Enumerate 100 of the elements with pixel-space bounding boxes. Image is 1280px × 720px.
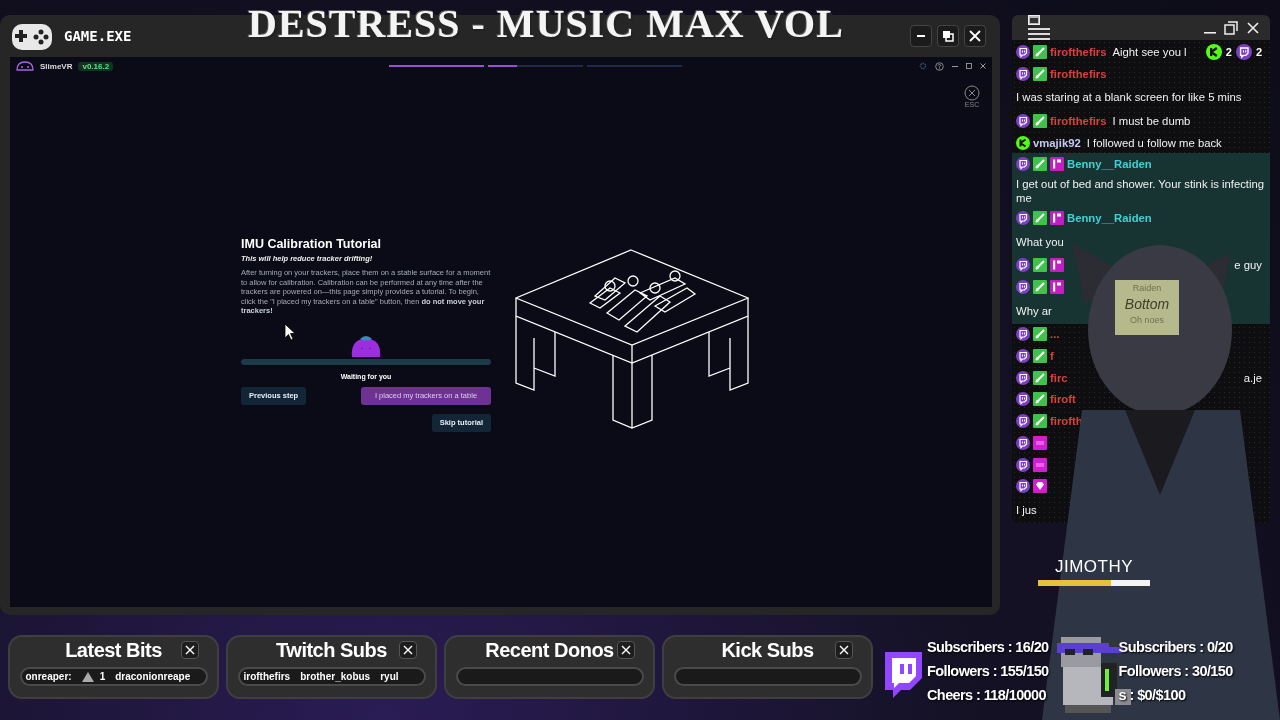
chat-message: I must be dumb: [1112, 114, 1191, 127]
stream-title: DESTRESS - MUSIC MAX VOL: [248, 0, 844, 47]
twitch-badge-icon: [1016, 113, 1030, 128]
twitch-badge-icon: [1016, 210, 1030, 225]
sword-badge-icon: [1033, 210, 1047, 225]
chat-username: Benny__Raiden: [1067, 211, 1152, 224]
chat-message: a.je: [1243, 371, 1262, 384]
twitch-badge-icon: [1016, 435, 1030, 450]
twitch-badge-icon: [1016, 44, 1030, 59]
twitch-badge-icon: [1016, 157, 1030, 172]
chat-message: Why ar: [1016, 303, 1052, 318]
close-icon: [968, 29, 982, 43]
twitch-badge-icon: [1016, 349, 1030, 364]
twitch-badge-icon: [1016, 280, 1030, 295]
close-icon: [185, 645, 195, 655]
note-text: Bottom: [1124, 296, 1170, 312]
goal-stat: Followers : 30/150: [1118, 662, 1233, 681]
close-button[interactable]: [964, 25, 986, 47]
twitch-badge-icon: [1016, 457, 1030, 472]
first-place-badge-icon: [1050, 280, 1064, 295]
ticker-text: irofthefirs: [243, 671, 291, 682]
gem-badge-icon: [1033, 479, 1047, 494]
goal-stat: Cheers : 118/10000: [927, 686, 1047, 705]
sword-badge-icon: [1033, 327, 1047, 342]
chat-message: I followed u follow me back: [1086, 136, 1222, 149]
maximize-button[interactable]: [937, 25, 959, 47]
close-icon[interactable]: [964, 85, 980, 101]
first-place-badge-icon: [1050, 157, 1064, 172]
ticker-text: onreaper:: [25, 671, 72, 682]
widget-title: Latest Bits: [65, 639, 162, 662]
chat-message: e guy: [1234, 259, 1262, 272]
twitch-badge-icon: [1016, 414, 1030, 429]
app-name: SlimeVR: [40, 61, 73, 71]
minimize-icon[interactable]: [952, 63, 958, 69]
sword-badge-icon: [1033, 280, 1047, 295]
maximize-icon[interactable]: [966, 63, 972, 69]
note-text: Oh noes: [1130, 314, 1164, 327]
chat-username: f: [1050, 350, 1054, 363]
note-text: Raiden: [1132, 282, 1162, 295]
kick-badge-icon: [1205, 44, 1222, 60]
close-button[interactable]: [835, 641, 853, 659]
chat-username: firofth: [1050, 415, 1083, 428]
close-icon: [621, 645, 631, 655]
chat-username: firofthefirs: [1050, 114, 1107, 127]
goal-stat: Subscribers : 0/20: [1118, 638, 1233, 657]
ticker-text: ryul: [380, 671, 399, 682]
sword-badge-icon: [1033, 370, 1047, 385]
twitch-badge-icon: [1016, 479, 1030, 494]
chat-message: I jus: [1016, 502, 1037, 517]
chat-username: firofthefirs: [1050, 67, 1107, 80]
sword-badge-icon: [1033, 113, 1047, 128]
slime-logo-icon: [16, 61, 34, 71]
ticker-text: draconionreape: [115, 671, 191, 682]
sword-badge-icon: [1033, 392, 1047, 407]
goal-stat: s : $0/$100: [1118, 686, 1187, 705]
ticker-text: 1: [99, 671, 106, 682]
sword-badge-icon: [1033, 157, 1047, 172]
character-name: JIMOTHY: [1054, 557, 1134, 577]
cursor-icon: [284, 323, 296, 341]
maximize-icon: [941, 29, 955, 43]
chat-message: Aight see you l: [1112, 45, 1187, 58]
chat-username: ...: [1050, 328, 1060, 341]
chat-username: firc: [1050, 371, 1068, 384]
chat-username: vmajik92: [1033, 136, 1081, 149]
close-button[interactable]: [399, 641, 417, 659]
help-icon[interactable]: [935, 61, 944, 71]
kick-badge-icon: [1016, 135, 1030, 150]
twitch-badge-icon: [1016, 392, 1030, 407]
chat-message: I was staring at a blank screen for like 5 mins: [1016, 90, 1242, 105]
chat-username: firoft: [1050, 393, 1076, 406]
close-button[interactable]: [617, 641, 635, 659]
minimize-button[interactable]: [910, 25, 932, 47]
first-place-badge-icon: [1050, 210, 1064, 225]
chat-message: What you: [1016, 234, 1064, 249]
subscriber-badge-icon: [1033, 435, 1047, 450]
goal-stat: Followers : 155/150: [927, 662, 1049, 681]
goal-stat: Subscribers : 16/20: [927, 638, 1049, 657]
bits-triangle-icon: [81, 671, 94, 682]
menu-icon[interactable]: [1028, 28, 1050, 40]
close-icon: [403, 645, 413, 655]
viewer-count: 2: [1225, 46, 1232, 58]
twitch-badge-icon: [1016, 66, 1030, 81]
window-title: GAME.EXE: [64, 28, 132, 44]
close-icon[interactable]: [980, 63, 986, 69]
close-button[interactable]: [181, 641, 199, 659]
version-badge: v0.16.2: [78, 61, 114, 71]
sword-badge-icon: [1033, 414, 1047, 429]
ticker-text: brother_kobus: [300, 671, 371, 682]
chat-username: firofthefirs: [1050, 45, 1107, 58]
sword-badge-icon: [1033, 349, 1047, 364]
sword-badge-icon: [1033, 66, 1047, 81]
sword-badge-icon: [1033, 258, 1047, 273]
widget-title: Twitch Subs: [276, 639, 387, 662]
twitch-badge-icon: [1235, 44, 1252, 60]
twitch-badge-icon: [1016, 327, 1030, 342]
tutorial-title: IMU Calibration Tutorial: [241, 237, 383, 251]
minimize-icon[interactable]: [1204, 31, 1216, 34]
twitch-badge-icon: [1016, 258, 1030, 273]
chat-username: Benny__Raiden: [1067, 158, 1152, 171]
maximize-icon[interactable]: [1224, 20, 1238, 35]
